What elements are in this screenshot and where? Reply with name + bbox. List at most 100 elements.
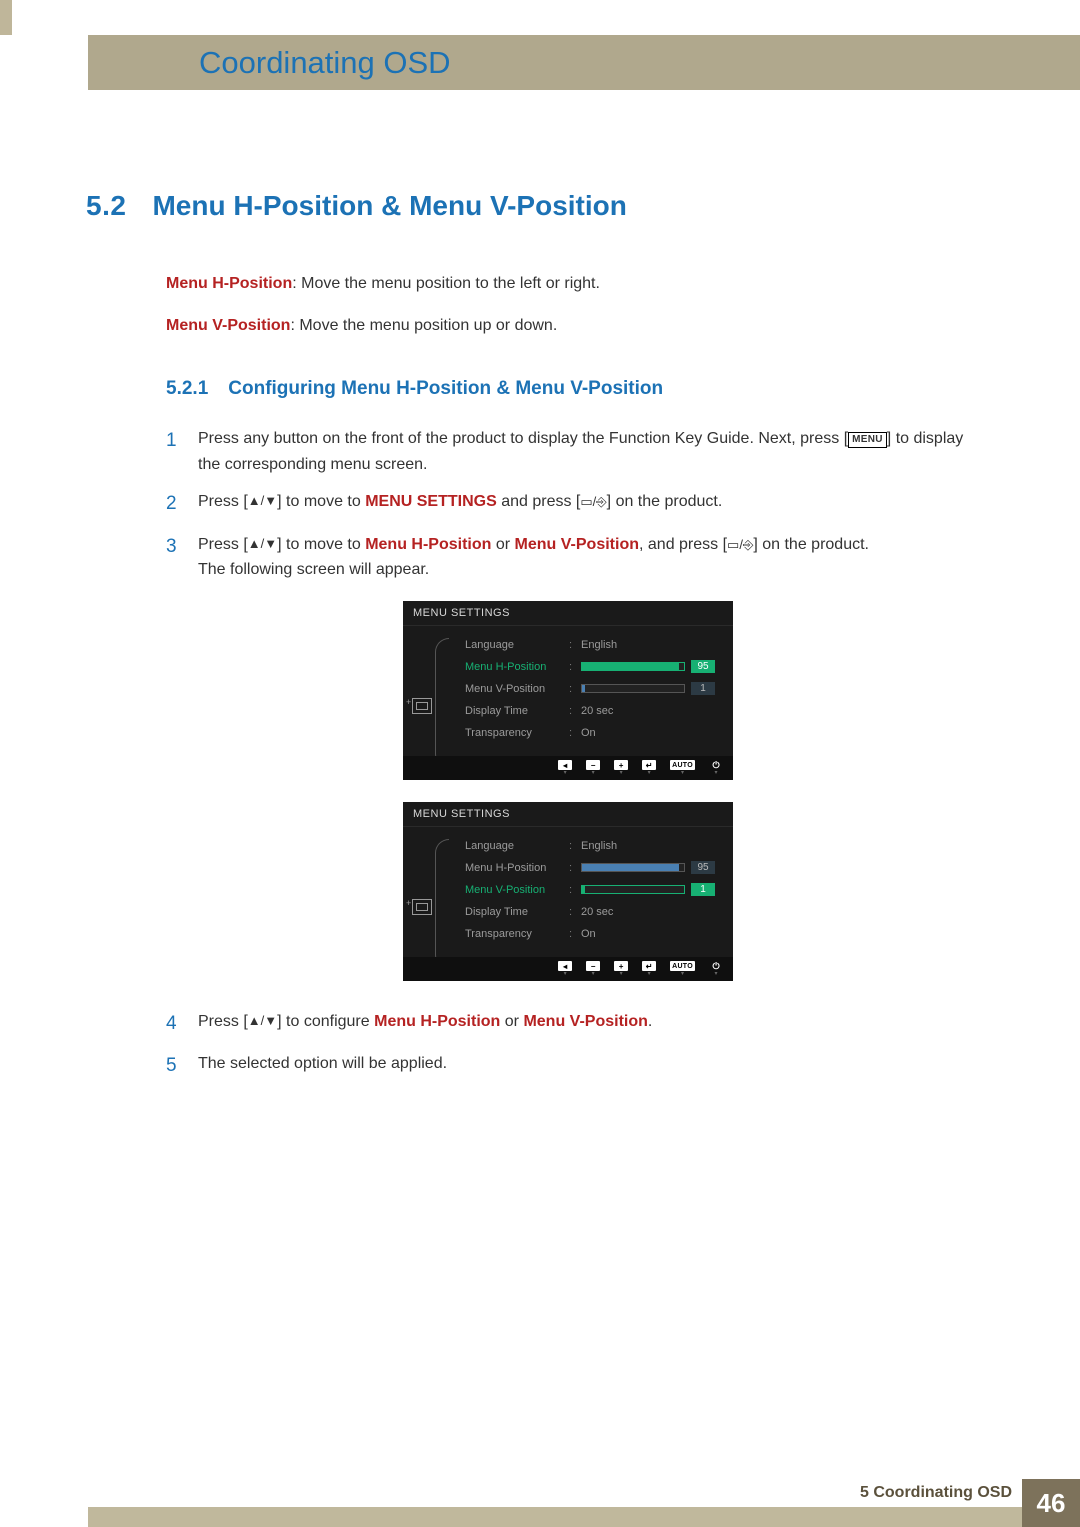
slider-value: 1 xyxy=(691,883,715,896)
highlight: Menu V-Position xyxy=(523,1013,647,1030)
step-number: 2 xyxy=(166,489,180,519)
value: English xyxy=(581,639,727,651)
back-icon: ◂▾ xyxy=(558,961,572,976)
label: Display Time xyxy=(465,906,565,918)
osd-screen-adjust-icon xyxy=(412,899,432,915)
osd-row-transparency: Transparency : On xyxy=(465,923,727,945)
colon: : xyxy=(569,862,577,874)
subsection-number: 5.2.1 xyxy=(166,378,208,400)
osd-footer: ◂▾ −▾ +▾ ↵▾ AUTO▾ ⏻▾ xyxy=(403,957,733,981)
osd-panel-v: MENU SETTINGS Language : English Menu xyxy=(403,802,733,981)
h-label: Menu H-Position xyxy=(166,275,292,292)
osd-title: MENU SETTINGS xyxy=(403,601,733,626)
section-heading: 5.2 Menu H-Position & Menu V-Position xyxy=(86,190,970,222)
osd-row-display-time: Display Time : 20 sec xyxy=(465,901,727,923)
step-body: Press [▲/▼] to move to Menu H-Position o… xyxy=(198,532,970,583)
v-label: Menu V-Position xyxy=(166,317,290,334)
text: . xyxy=(648,1013,652,1030)
text: ] to configure xyxy=(277,1013,374,1030)
intro-v: Menu V-Position: Move the menu position … xyxy=(166,314,970,338)
page-footer: 5 Coordinating OSD 46 xyxy=(0,1479,1080,1527)
slider-value: 95 xyxy=(691,660,715,673)
colon: : xyxy=(569,727,577,739)
label: Transparency xyxy=(465,928,565,940)
accent-block xyxy=(0,0,12,35)
main-content: 5.2 Menu H-Position & Menu V-Position Me… xyxy=(86,190,970,1094)
slider xyxy=(581,684,685,693)
osd-footer: ◂▾ −▾ +▾ ↵▾ AUTO▾ ⏻▾ xyxy=(403,756,733,780)
power-icon: ⏻▾ xyxy=(709,961,723,976)
osd-row-transparency: Transparency : On xyxy=(465,722,727,744)
label: Transparency xyxy=(465,727,565,739)
highlight: MENU SETTINGS xyxy=(365,493,497,510)
slider-value: 1 xyxy=(691,682,715,695)
minus-icon: −▾ xyxy=(586,760,600,775)
h-desc: : Move the menu position to the left or … xyxy=(292,275,600,292)
text: or xyxy=(500,1013,523,1030)
highlight: Menu H-Position xyxy=(365,536,491,553)
text: ] on the product. xyxy=(753,536,869,553)
osd-row-language: Language : English xyxy=(465,634,727,656)
source-enter-icon: ▭/⎆ xyxy=(580,494,606,509)
text: Press [ xyxy=(198,1013,248,1030)
up-down-icon: ▲/▼ xyxy=(248,493,277,508)
auto-icon: AUTO▾ xyxy=(670,961,695,976)
label: Menu V-Position xyxy=(465,683,565,695)
step-number: 1 xyxy=(166,426,180,477)
colon: : xyxy=(569,884,577,896)
menu-button-icon: MENU xyxy=(848,432,887,448)
label: Language xyxy=(465,840,565,852)
highlight: Menu V-Position xyxy=(515,536,639,553)
footer-chapter: 5 Coordinating OSD xyxy=(860,1484,1012,1502)
osd-title: MENU SETTINGS xyxy=(403,802,733,827)
osd-side-icon-col xyxy=(409,835,435,945)
footer-stripe xyxy=(88,1507,1080,1527)
subsection-heading: 5.2.1 Configuring Menu H-Position & Menu… xyxy=(166,378,970,400)
osd-row-language: Language : English xyxy=(465,835,727,857)
slider-value: 95 xyxy=(691,861,715,874)
up-down-icon: ▲/▼ xyxy=(248,1013,277,1028)
slider xyxy=(581,885,685,894)
enter-icon: ↵▾ xyxy=(642,760,656,775)
osd-bracket xyxy=(435,638,449,768)
enter-icon: ↵▾ xyxy=(642,961,656,976)
colon: : xyxy=(569,705,577,717)
colon: : xyxy=(569,683,577,695)
up-down-icon: ▲/▼ xyxy=(248,536,277,551)
colon: : xyxy=(569,639,577,651)
slider xyxy=(581,863,685,872)
text: ] to move to xyxy=(277,493,365,510)
step-body: Press any button on the front of the pro… xyxy=(198,426,970,477)
osd-row-v-position: Menu V-Position : 1 xyxy=(465,678,727,700)
step-5: 5 The selected option will be applied. xyxy=(166,1051,970,1081)
section-number: 5.2 xyxy=(86,190,126,222)
text: The following screen will appear. xyxy=(198,561,429,578)
step-number: 3 xyxy=(166,532,180,583)
text: , and press [ xyxy=(639,536,727,553)
colon: : xyxy=(569,661,577,673)
osd-side-icon-col xyxy=(409,634,435,744)
step-4: 4 Press [▲/▼] to configure Menu H-Positi… xyxy=(166,1009,970,1039)
osd-row-display-time: Display Time : 20 sec xyxy=(465,700,727,722)
label: Menu V-Position xyxy=(465,884,565,896)
label: Display Time xyxy=(465,705,565,717)
osd-screen-adjust-icon xyxy=(412,698,432,714)
text: Press [ xyxy=(198,493,248,510)
text: Press any button on the front of the pro… xyxy=(198,430,848,447)
text: or xyxy=(491,536,514,553)
osd-panel-h: MENU SETTINGS Language : English Menu xyxy=(403,601,733,780)
value: English xyxy=(581,840,727,852)
colon: : xyxy=(569,840,577,852)
osd-row-h-position: Menu H-Position : 95 xyxy=(465,656,727,678)
text: and press [ xyxy=(497,493,581,510)
osd-bracket xyxy=(435,839,449,969)
page-number: 46 xyxy=(1022,1479,1080,1527)
slider xyxy=(581,662,685,671)
label: Menu H-Position xyxy=(465,862,565,874)
step-body: The selected option will be applied. xyxy=(198,1051,970,1081)
minus-icon: −▾ xyxy=(586,961,600,976)
step-number: 4 xyxy=(166,1009,180,1039)
step-number: 5 xyxy=(166,1051,180,1081)
value: On xyxy=(581,928,727,940)
colon: : xyxy=(569,928,577,940)
